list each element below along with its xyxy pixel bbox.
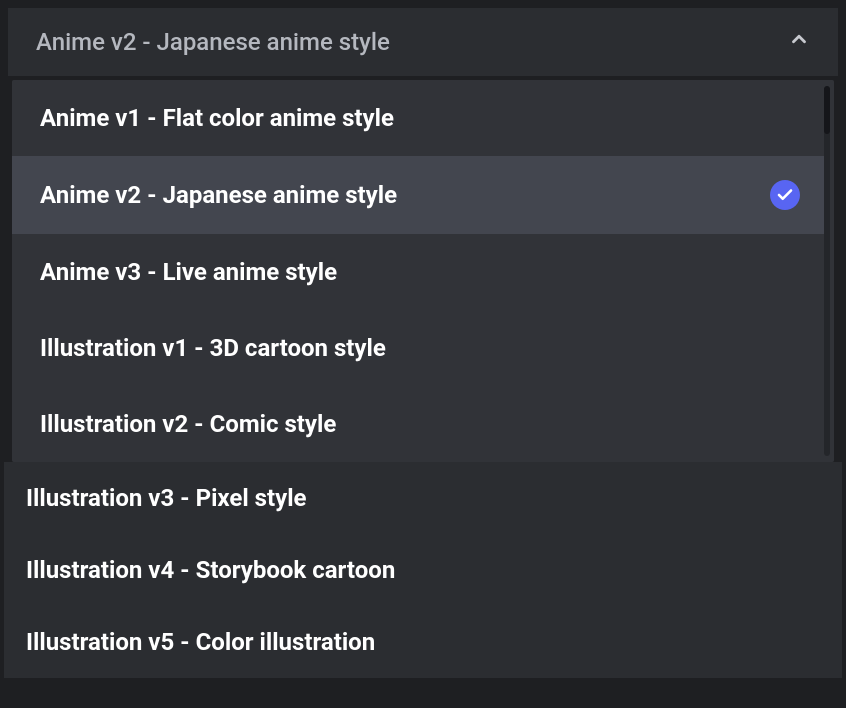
dropdown-option[interactable]: Illustration v2 - Comic style <box>12 386 828 462</box>
option-label: Illustration v1 - 3D cartoon style <box>40 334 386 362</box>
scrollbar-thumb[interactable] <box>824 86 830 134</box>
option-label: Anime v3 - Live anime style <box>40 258 337 286</box>
dropdown-option[interactable]: Illustration v4 - Storybook cartoon <box>4 534 842 606</box>
dropdown-option[interactable]: Anime v3 - Live anime style <box>12 234 828 310</box>
dropdown-list-inner: Anime v1 - Flat color anime style Anime … <box>12 80 834 462</box>
dropdown-option[interactable]: Anime v1 - Flat color anime style <box>12 80 828 156</box>
option-label: Illustration v2 - Comic style <box>40 410 336 438</box>
option-label: Illustration v4 - Storybook cartoon <box>26 556 395 584</box>
option-label: Anime v2 - Japanese anime style <box>40 181 397 209</box>
checkmark-icon <box>770 180 800 210</box>
dropdown-selected-label: Anime v2 - Japanese anime style <box>36 28 390 56</box>
dropdown-option[interactable]: Illustration v3 - Pixel style <box>4 462 842 534</box>
chevron-up-icon <box>788 28 810 56</box>
dropdown-header[interactable]: Anime v2 - Japanese anime style <box>8 8 838 76</box>
option-label: Illustration v3 - Pixel style <box>26 484 307 512</box>
scrollbar-track <box>824 86 830 456</box>
dropdown-option[interactable]: Illustration v1 - 3D cartoon style <box>12 310 828 386</box>
dropdown-list: Anime v1 - Flat color anime style Anime … <box>0 80 846 708</box>
dropdown-option[interactable]: Anime v2 - Japanese anime style <box>12 156 828 234</box>
style-dropdown: Anime v2 - Japanese anime style Anime v1… <box>0 0 846 708</box>
option-label: Anime v1 - Flat color anime style <box>40 104 394 132</box>
option-label: Illustration v5 - Color illustration <box>26 628 375 656</box>
dropdown-option[interactable]: Illustration v5 - Color illustration <box>4 606 842 678</box>
dropdown-overflow: Illustration v3 - Pixel style Illustrati… <box>4 462 842 678</box>
